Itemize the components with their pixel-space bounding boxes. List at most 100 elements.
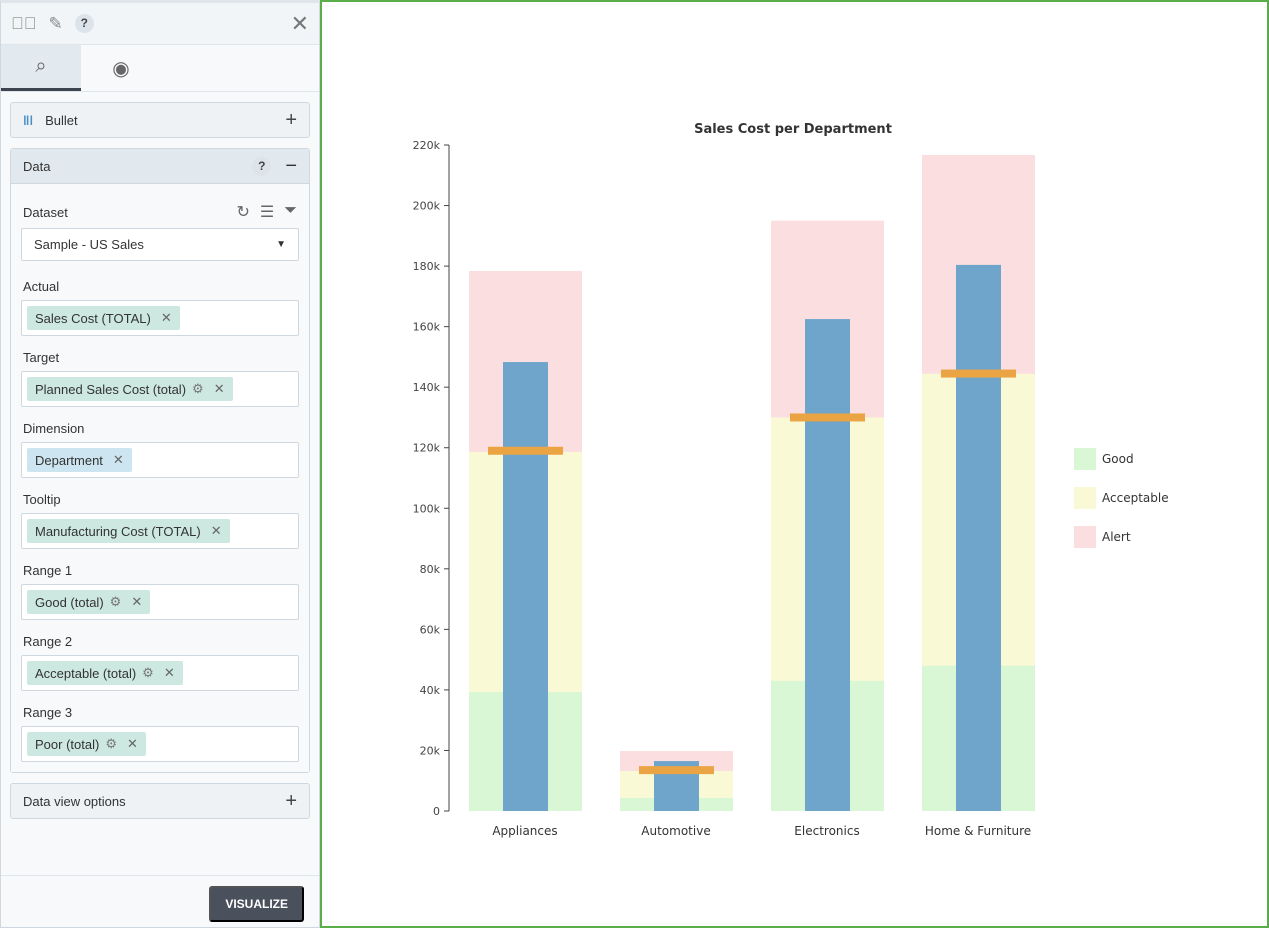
dimension-label: Dimension bbox=[23, 421, 85, 436]
check-circle-icon[interactable]: ✓⃝ bbox=[11, 14, 37, 34]
tooltip-chip[interactable]: Manufacturing Cost (TOTAL) ✕ bbox=[27, 519, 230, 543]
dataset-value: Sample - US Sales bbox=[34, 237, 144, 252]
range-2-label: Range 2 bbox=[23, 634, 73, 649]
chip-label: Acceptable (total) bbox=[35, 665, 137, 681]
y-tick-label: 160k bbox=[413, 321, 441, 334]
range-3-field[interactable]: Poor (total) ⚙ ✕ bbox=[21, 726, 299, 762]
remove-icon[interactable]: ✕ bbox=[127, 736, 138, 752]
legend-label[interactable]: Acceptable bbox=[1102, 491, 1169, 505]
remove-icon[interactable]: ✕ bbox=[211, 523, 222, 539]
chip-label: Manufacturing Cost (TOTAL) bbox=[35, 523, 201, 539]
actual-bar[interactable] bbox=[503, 362, 548, 811]
data-section: Data? − Dataset ↻ ☰ ⏷ Sample - US Sales ▼ Act… bbox=[10, 148, 310, 773]
dimension-chip[interactable]: Department ✕ bbox=[27, 448, 132, 472]
target-marker[interactable] bbox=[790, 413, 865, 422]
y-tick-label: 100k bbox=[413, 502, 441, 515]
chart-title: Sales Cost per Department bbox=[694, 122, 892, 137]
y-tick-label: 60k bbox=[420, 623, 441, 636]
actual-chip[interactable]: Sales Cost (TOTAL) ✕ bbox=[27, 306, 180, 330]
remove-icon[interactable]: ✕ bbox=[113, 452, 124, 468]
eye-icon: ◉ bbox=[112, 57, 130, 80]
bullet-chart-icon: ǁǀ bbox=[23, 112, 34, 128]
target-marker[interactable] bbox=[941, 369, 1016, 378]
remove-icon[interactable]: ✕ bbox=[131, 594, 142, 610]
eyedropper-icon[interactable]: ✎ bbox=[49, 14, 63, 34]
gear-icon[interactable]: ⚙ bbox=[142, 665, 154, 681]
actual-bar[interactable] bbox=[956, 264, 1001, 811]
sliders-icon[interactable]: ☰ bbox=[260, 202, 274, 222]
actual-label: Actual bbox=[23, 279, 60, 294]
x-category-label: Home & Furniture bbox=[925, 824, 1031, 838]
actual-bar[interactable] bbox=[805, 319, 850, 811]
range-1-label: Range 1 bbox=[23, 563, 73, 578]
help-icon[interactable]: ? bbox=[74, 14, 94, 33]
refresh-icon[interactable]: ↻ bbox=[236, 202, 249, 222]
target-chip[interactable]: Planned Sales Cost (total) ⚙ ✕ bbox=[27, 377, 233, 401]
gear-icon[interactable]: ⚙ bbox=[192, 381, 204, 397]
y-tick-label: 200k bbox=[413, 200, 441, 213]
gear-icon[interactable]: ⚙ bbox=[110, 594, 122, 610]
chart-type-section[interactable]: ǁǀ Bullet + bbox=[10, 102, 310, 138]
panel-toolbar: ✓⃝ ✎ ? ✕ bbox=[1, 3, 319, 45]
chart-type-label: Bullet bbox=[45, 112, 78, 128]
chart-panel: Sales Cost per Department 0 20k 40k 60k 80k 10… bbox=[320, 0, 1269, 928]
remove-icon[interactable]: ✕ bbox=[214, 381, 225, 397]
tooltip-field[interactable]: Manufacturing Cost (TOTAL) ✕ bbox=[21, 513, 299, 549]
range-1-chip[interactable]: Good (total) ⚙ ✕ bbox=[27, 590, 151, 614]
data-search-icon: ⌕ bbox=[35, 55, 47, 77]
range-3-chip[interactable]: Poor (total) ⚙ ✕ bbox=[27, 732, 146, 756]
legend-swatch[interactable] bbox=[1074, 526, 1096, 548]
y-tick-label: 0 bbox=[433, 805, 440, 818]
filter-icon[interactable]: ⏷ bbox=[284, 202, 297, 222]
chip-label: Department bbox=[35, 452, 103, 468]
y-tick-label: 140k bbox=[413, 381, 441, 394]
gear-icon[interactable]: ⚙ bbox=[105, 736, 117, 752]
y-tick-label: 80k bbox=[420, 563, 441, 576]
data-help-icon[interactable]: ? bbox=[252, 156, 272, 176]
y-tick-label: 120k bbox=[413, 442, 441, 455]
legend-label[interactable]: Alert bbox=[1102, 530, 1131, 544]
x-category-label: Appliances bbox=[492, 824, 557, 838]
caret-down-icon: ▼ bbox=[276, 239, 286, 250]
tooltip-label: Tooltip bbox=[23, 492, 61, 507]
chip-label: Good (total) bbox=[35, 594, 104, 610]
range-2-field[interactable]: Acceptable (total) ⚙ ✕ bbox=[21, 655, 299, 691]
range-1-field[interactable]: Good (total) ⚙ ✕ bbox=[21, 584, 299, 620]
target-marker[interactable] bbox=[488, 446, 563, 455]
collapse-minus-icon[interactable]: − bbox=[285, 155, 297, 178]
x-category-label: Automotive bbox=[641, 824, 710, 838]
close-icon[interactable]: ✕ bbox=[291, 11, 309, 37]
y-tick-label: 220k bbox=[413, 139, 441, 152]
data-view-options-section[interactable]: Data view options + bbox=[10, 783, 310, 819]
dataset-label: Dataset bbox=[23, 204, 68, 220]
visualize-button[interactable]: VISUALIZE bbox=[209, 886, 304, 922]
legend-swatch[interactable] bbox=[1074, 487, 1096, 509]
data-section-title: Data bbox=[23, 158, 51, 174]
y-tick-label: 40k bbox=[420, 684, 441, 697]
bullet-chart: Sales Cost per Department 0 20k 40k 60k 80k 10… bbox=[413, 122, 1169, 838]
expand-plus-icon[interactable]: + bbox=[285, 109, 297, 132]
x-category-label: Electronics bbox=[794, 824, 859, 838]
actual-field[interactable]: Sales Cost (TOTAL) ✕ bbox=[21, 300, 299, 336]
expand-plus-icon[interactable]: + bbox=[285, 790, 297, 813]
target-field[interactable]: Planned Sales Cost (total) ⚙ ✕ bbox=[21, 371, 299, 407]
y-tick-label: 20k bbox=[420, 744, 441, 757]
dimension-field[interactable]: Department ✕ bbox=[21, 442, 299, 478]
dataset-select[interactable]: Sample - US Sales ▼ bbox=[21, 228, 299, 261]
range-3-label: Range 3 bbox=[23, 705, 73, 720]
y-tick-label: 180k bbox=[413, 260, 441, 273]
range-2-chip[interactable]: Acceptable (total) ⚙ ✕ bbox=[27, 661, 183, 685]
legend-swatch[interactable] bbox=[1074, 448, 1096, 470]
chip-label: Poor (total) bbox=[35, 736, 100, 752]
remove-icon[interactable]: ✕ bbox=[164, 665, 175, 681]
tab-data[interactable]: ⌕ bbox=[1, 45, 81, 91]
tab-preview[interactable]: ◉ bbox=[81, 45, 161, 91]
data-view-options-label: Data view options bbox=[23, 793, 126, 809]
target-marker[interactable] bbox=[639, 766, 714, 775]
chip-label: Sales Cost (TOTAL) bbox=[35, 310, 151, 326]
settings-panel: ✓⃝ ✎ ? ✕ ⌕ ◉ ǁǀ Bullet + Data? − Dataset ↻ ☰ ⏷… bbox=[0, 0, 320, 928]
chip-label: Planned Sales Cost (total) bbox=[35, 381, 187, 397]
legend-label[interactable]: Good bbox=[1102, 452, 1134, 466]
remove-icon[interactable]: ✕ bbox=[161, 310, 172, 326]
target-label: Target bbox=[23, 350, 60, 365]
